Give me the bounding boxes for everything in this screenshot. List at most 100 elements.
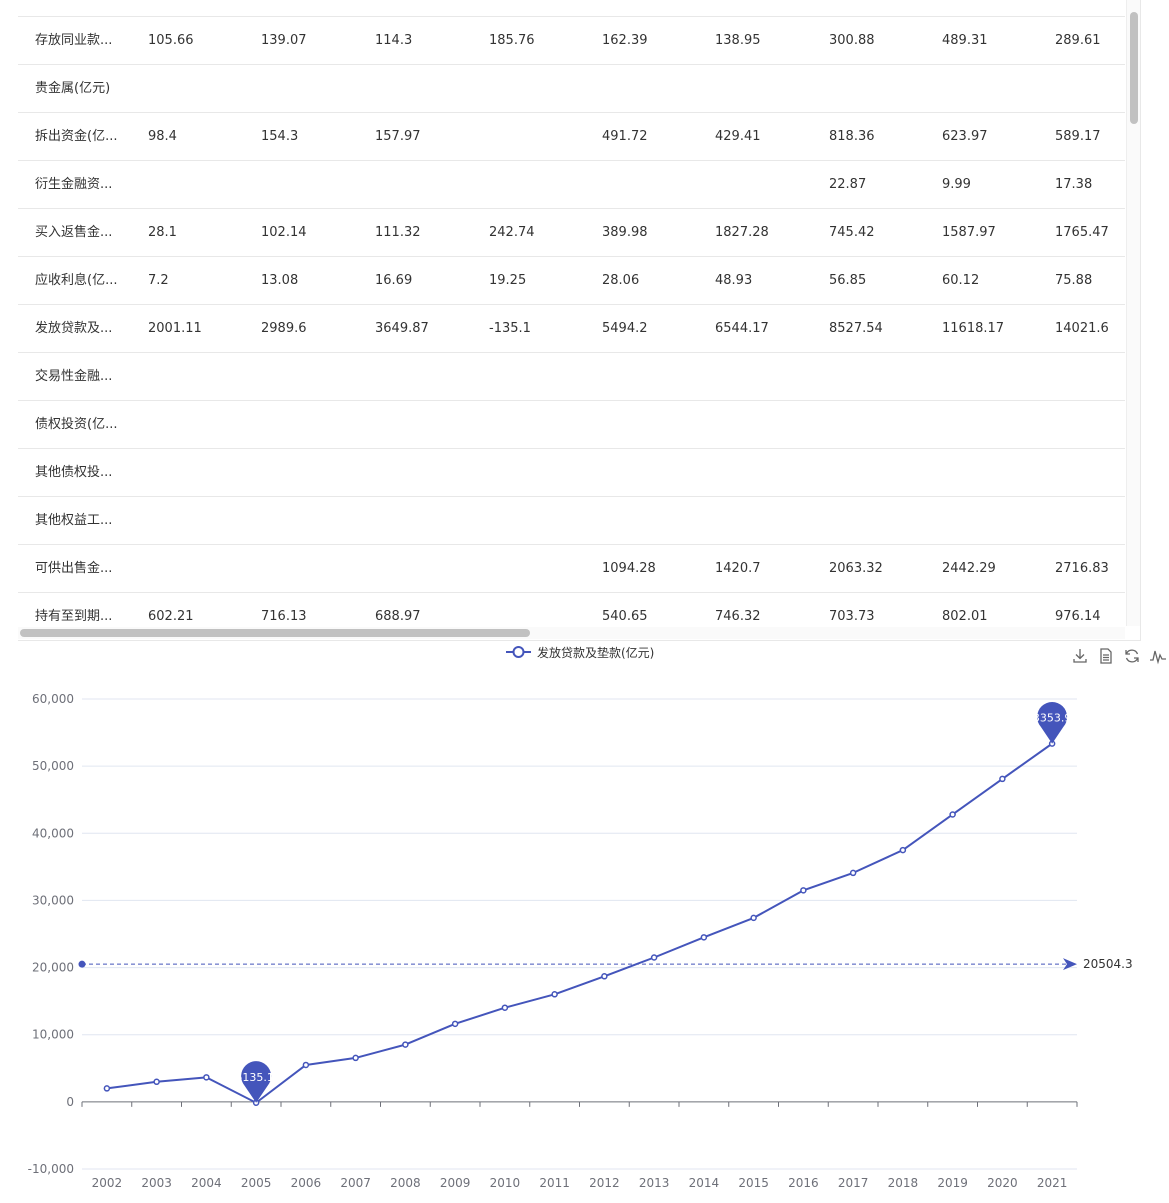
y-tick-label: 20,000 xyxy=(32,961,74,975)
x-tick-label: 2007 xyxy=(340,1176,371,1190)
table-cell: 11618.17 xyxy=(942,321,1005,336)
table-row: 交易性金融... xyxy=(18,353,1125,401)
data-point[interactable] xyxy=(949,811,956,818)
row-label: 交易性金融... xyxy=(35,369,113,384)
row-label: 发放贷款及... xyxy=(35,321,113,336)
data-point[interactable] xyxy=(451,1020,459,1028)
table-cell: 1827.28 xyxy=(715,225,769,240)
data-point[interactable] xyxy=(153,1078,160,1086)
table-cell: 8527.54 xyxy=(829,321,883,336)
row-label: 存放同业款... xyxy=(35,33,113,48)
data-point[interactable] xyxy=(800,887,807,894)
data-point[interactable] xyxy=(650,954,658,961)
x-tick-label: 2012 xyxy=(589,1176,620,1190)
table-cell: 2001.11 xyxy=(148,321,202,336)
table-cell: 48.93 xyxy=(715,273,753,288)
x-tick-label: 2021 xyxy=(1037,1176,1068,1190)
download-icon xyxy=(1073,649,1087,663)
row-label: 应收利息(亿... xyxy=(35,273,118,288)
table-cell: 13.08 xyxy=(261,273,299,288)
save-image-button[interactable] xyxy=(1070,646,1090,666)
x-tick-label: 2011 xyxy=(539,1176,570,1190)
row-label: 持有至到期... xyxy=(35,609,113,624)
table-cell: 589.17 xyxy=(1055,129,1101,144)
y-tick-label: 60,000 xyxy=(32,692,74,706)
x-tick-label: 2014 xyxy=(689,1176,720,1190)
x-tick-label: 2002 xyxy=(92,1176,123,1190)
table-cell: 138.95 xyxy=(715,33,761,48)
data-table-panel: 存放同业款... 105.66 139.07 114.3 185.76 162.39 138… xyxy=(18,0,1141,641)
table-cell: 154.3 xyxy=(261,129,299,144)
row-label: 债权投资(亿... xyxy=(35,417,118,432)
row-label: 可供出售金... xyxy=(35,561,113,576)
horizontal-scrollbar-thumb[interactable] xyxy=(20,629,530,637)
table-cell: 746.32 xyxy=(715,609,761,624)
data-point[interactable] xyxy=(551,991,558,998)
vertical-scrollbar-thumb[interactable] xyxy=(1130,12,1138,124)
pin-label: -135.1 xyxy=(238,1071,273,1084)
data-point[interactable] xyxy=(849,869,857,877)
table-cell: 56.85 xyxy=(829,273,867,288)
x-tick-label: 2003 xyxy=(141,1176,172,1190)
series-line xyxy=(106,742,1053,1104)
table-cell: 22.87 xyxy=(829,177,867,192)
data-view-button[interactable] xyxy=(1096,646,1116,666)
data-point[interactable] xyxy=(601,973,608,980)
data-point[interactable] xyxy=(103,1085,111,1092)
table-cell: 623.97 xyxy=(942,129,988,144)
x-tick-label: 2015 xyxy=(738,1176,769,1190)
table-cell: 17.38 xyxy=(1055,177,1093,192)
data-point[interactable] xyxy=(203,1074,210,1081)
table-row: 其他债权投... xyxy=(18,449,1125,497)
y-tick-label: 40,000 xyxy=(32,826,74,840)
horizontal-scrollbar[interactable] xyxy=(18,627,1125,639)
table-cell: 28.1 xyxy=(148,225,177,240)
table-cell: 1587.97 xyxy=(942,225,996,240)
row-label: 衍生金融资... xyxy=(35,177,113,192)
table-cell: 9.99 xyxy=(942,177,971,192)
chart-legend[interactable]: 发放贷款及垫款(亿元) xyxy=(506,643,654,661)
table-cell: 114.3 xyxy=(375,33,413,48)
table-cell: 716.13 xyxy=(261,609,307,624)
table-cell: 105.66 xyxy=(148,33,194,48)
data-point[interactable] xyxy=(999,775,1006,783)
table-cell: 111.32 xyxy=(375,225,421,240)
data-point[interactable] xyxy=(899,846,907,854)
table-row: 应收利息(亿... 7.2 13.08 16.69 19.25 28.06 48.93 56.… xyxy=(18,257,1125,305)
data-point[interactable] xyxy=(402,1041,409,1048)
table-cell: 28.06 xyxy=(602,273,640,288)
table-row: 发放贷款及... 2001.11 2989.6 3649.87 -135.1 5494.2… xyxy=(18,305,1125,353)
data-point[interactable] xyxy=(501,1004,509,1011)
table-cell: 745.42 xyxy=(829,225,875,240)
average-line-label: 20504.3 xyxy=(1083,957,1133,971)
table-cell: 688.97 xyxy=(375,609,421,624)
data-point[interactable] xyxy=(352,1054,359,1062)
restore-button[interactable] xyxy=(1122,646,1142,666)
table-cell: 162.39 xyxy=(602,33,648,48)
max-mark-point[interactable]: 53353.91 xyxy=(1026,702,1079,744)
data-point[interactable] xyxy=(750,914,757,922)
y-tick-label: 0 xyxy=(66,1095,74,1109)
x-tick-label: 2013 xyxy=(639,1176,670,1190)
table-row: 可供出售金... 1094.28 1420.7 2063.32 2442.29 2716.… xyxy=(18,545,1125,593)
row-label: 其他权益工... xyxy=(35,513,113,528)
row-label: 拆出资金(亿... xyxy=(35,129,118,144)
data-point[interactable] xyxy=(700,934,708,941)
switch-line-button[interactable] xyxy=(1148,646,1168,666)
row-label: 其他债权投... xyxy=(35,465,113,480)
y-tick-label: -10,000 xyxy=(28,1162,74,1176)
table-cell: 1094.28 xyxy=(602,561,656,576)
table-row: 贵金属(亿元) xyxy=(18,65,1125,113)
vertical-scrollbar[interactable] xyxy=(1126,0,1140,626)
x-tick-label: 2019 xyxy=(937,1176,968,1190)
table-cell: 19.25 xyxy=(489,273,527,288)
table-cell: 703.73 xyxy=(829,609,875,624)
x-tick-label: 2018 xyxy=(888,1176,919,1190)
table-cell: 976.14 xyxy=(1055,609,1101,624)
line-chart: -10,000 0 10,000 20,000 30,000 40,000 50,000 60… xyxy=(28,692,1133,1190)
table-cell: 75.88 xyxy=(1055,273,1093,288)
table-cell: 802.01 xyxy=(942,609,988,624)
table-row: 债权投资(亿... xyxy=(18,401,1125,449)
table-cell: 2716.83 xyxy=(1055,561,1109,576)
data-point[interactable] xyxy=(302,1061,310,1069)
